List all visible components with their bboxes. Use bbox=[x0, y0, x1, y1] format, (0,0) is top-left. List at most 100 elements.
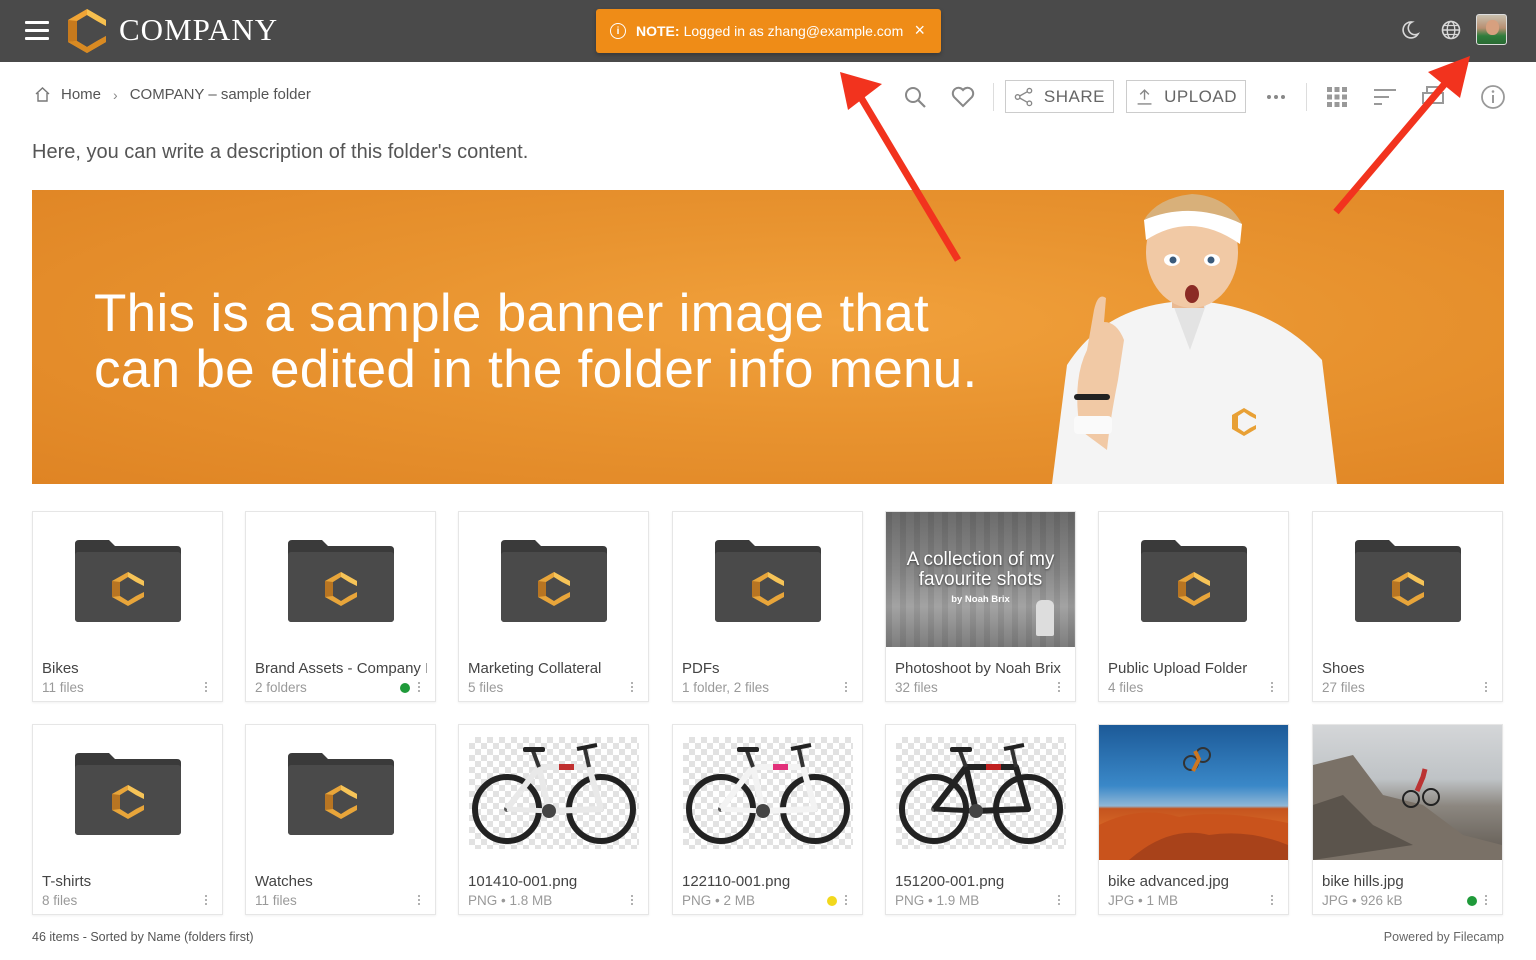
more-icon[interactable] bbox=[1264, 84, 1290, 110]
rider-photo bbox=[1099, 747, 1288, 860]
folder-icon bbox=[500, 539, 607, 622]
breadcrumb-separator: › bbox=[113, 86, 118, 103]
folder-tile[interactable]: Bikes 11 files bbox=[32, 511, 223, 702]
item-menu-icon[interactable] bbox=[417, 895, 421, 907]
notice-text: Logged in as zhang@example.com bbox=[683, 23, 904, 39]
item-meta: PNG • 2 MB bbox=[682, 893, 755, 908]
item-menu-icon[interactable] bbox=[1057, 895, 1061, 907]
item-meta: 27 files bbox=[1322, 680, 1365, 695]
thumbnail: A collection of my favourite shots by Noa… bbox=[886, 512, 1075, 647]
banner-line-1: This is a sample banner image that bbox=[94, 284, 930, 343]
item-name[interactable]: bike hills.jpg bbox=[1322, 873, 1494, 890]
sort-icon[interactable] bbox=[1372, 84, 1398, 110]
upload-label: UPLOAD bbox=[1164, 86, 1237, 106]
bike-image bbox=[898, 742, 1063, 844]
file-tile[interactable]: 151200-001.png PNG • 1.9 MB bbox=[885, 724, 1076, 915]
heart-icon[interactable] bbox=[950, 84, 976, 110]
item-meta: JPG • 1 MB bbox=[1108, 893, 1178, 908]
item-menu-icon[interactable] bbox=[1484, 895, 1488, 907]
item-menu-icon[interactable] bbox=[1484, 682, 1488, 694]
globe-icon[interactable] bbox=[1440, 19, 1462, 41]
item-name[interactable]: Bikes bbox=[42, 660, 214, 677]
folder-tile[interactable]: Watches 11 files bbox=[245, 724, 436, 915]
item-name[interactable]: Marketing Collateral bbox=[468, 660, 640, 677]
home-icon[interactable] bbox=[34, 86, 51, 103]
toolbar-divider bbox=[993, 83, 994, 111]
item-meta: 8 files bbox=[42, 893, 78, 908]
company-logo-icon[interactable] bbox=[68, 9, 106, 53]
item-menu-icon[interactable] bbox=[844, 895, 848, 907]
thumbnail bbox=[673, 512, 862, 647]
banner-person-image bbox=[1052, 194, 1337, 484]
item-menu-icon[interactable] bbox=[844, 682, 848, 694]
top-bar: COMPANY i NOTE: Logged in as zhang@examp… bbox=[0, 0, 1536, 62]
item-meta: 4 files bbox=[1108, 680, 1144, 695]
user-avatar[interactable] bbox=[1476, 14, 1507, 45]
powered-by[interactable]: Powered by Filecamp bbox=[1384, 930, 1504, 944]
info-icon[interactable] bbox=[1480, 84, 1506, 110]
item-name[interactable]: 122110-001.png bbox=[682, 873, 854, 890]
folder-tile[interactable]: PDFs 1 folder, 2 files bbox=[672, 511, 863, 702]
share-label: SHARE bbox=[1043, 86, 1105, 106]
item-name[interactable]: Brand Assets - Company Images bbox=[255, 660, 427, 677]
folder-tile[interactable]: A collection of my favourite shots by Noa… bbox=[885, 511, 1076, 702]
folder-tile[interactable]: Marketing Collateral 5 files bbox=[458, 511, 649, 702]
breadcrumb-home[interactable]: Home bbox=[61, 86, 101, 103]
status-bar: 46 items - Sorted by Name (folders first… bbox=[32, 930, 254, 944]
item-name[interactable]: Public Upload Folder bbox=[1108, 660, 1280, 677]
moon-icon[interactable] bbox=[1399, 19, 1421, 41]
thumbnail bbox=[459, 725, 648, 860]
thumbnail bbox=[33, 725, 222, 860]
item-menu-icon[interactable] bbox=[204, 895, 208, 907]
search-icon[interactable] bbox=[902, 84, 928, 110]
item-menu-icon[interactable] bbox=[630, 895, 634, 907]
item-menu-icon[interactable] bbox=[204, 682, 208, 694]
thumbnail bbox=[459, 512, 648, 647]
item-name[interactable]: T-shirts bbox=[42, 873, 214, 890]
item-name[interactable]: Watches bbox=[255, 873, 427, 890]
breadcrumb: Home › COMPANY – sample folder bbox=[34, 86, 311, 103]
item-name[interactable]: bike advanced.jpg bbox=[1108, 873, 1280, 890]
status-dot bbox=[1467, 896, 1477, 906]
bike-image bbox=[471, 742, 636, 844]
status-dot bbox=[400, 683, 410, 693]
folder-tile[interactable]: Shoes 27 files bbox=[1312, 511, 1503, 702]
thumbnail bbox=[1313, 512, 1502, 647]
item-name[interactable]: 101410-001.png bbox=[468, 873, 640, 890]
item-menu-icon[interactable] bbox=[417, 682, 421, 694]
item-menu-icon[interactable] bbox=[630, 682, 634, 694]
folder-icon bbox=[287, 539, 394, 622]
item-name[interactable]: PDFs bbox=[682, 660, 854, 677]
file-tile[interactable]: 101410-001.png PNG • 1.8 MB bbox=[458, 724, 649, 915]
upload-button[interactable]: UPLOAD bbox=[1126, 80, 1246, 113]
print-icon[interactable] bbox=[1420, 84, 1446, 110]
item-menu-icon[interactable] bbox=[1270, 682, 1274, 694]
thumbnail bbox=[246, 725, 435, 860]
folder-tile[interactable]: Brand Assets - Company Images 2 folders bbox=[245, 511, 436, 702]
folder-tile[interactable]: T-shirts 8 files bbox=[32, 724, 223, 915]
share-button[interactable]: SHARE bbox=[1005, 80, 1114, 113]
item-menu-icon[interactable] bbox=[1270, 895, 1274, 907]
folder-icon bbox=[74, 752, 181, 835]
file-tile[interactable]: 122110-001.png PNG • 2 MB bbox=[672, 724, 863, 915]
folder-description: Here, you can write a description of thi… bbox=[32, 141, 529, 163]
item-name[interactable]: Photoshoot by Noah Brix bbox=[895, 660, 1067, 677]
thumbnail bbox=[886, 725, 1075, 860]
photographer-figure bbox=[1036, 600, 1054, 636]
item-menu-icon[interactable] bbox=[1057, 682, 1061, 694]
item-name[interactable]: Shoes bbox=[1322, 660, 1494, 677]
file-tile[interactable]: bike advanced.jpg JPG • 1 MB bbox=[1098, 724, 1289, 915]
thumbnail bbox=[246, 512, 435, 647]
item-name[interactable]: 151200-001.png bbox=[895, 873, 1067, 890]
login-notice: i NOTE: Logged in as zhang@example.com × bbox=[596, 9, 941, 53]
thumbnail bbox=[673, 725, 862, 860]
thumbnail bbox=[1099, 512, 1288, 647]
breadcrumb-current[interactable]: COMPANY – sample folder bbox=[130, 86, 311, 103]
file-tile[interactable]: bike hills.jpg JPG • 926 kB bbox=[1312, 724, 1503, 915]
company-logo-text[interactable]: COMPANY bbox=[119, 12, 278, 48]
menu-icon[interactable] bbox=[25, 21, 49, 40]
item-meta: 11 files bbox=[42, 680, 84, 695]
folder-tile[interactable]: Public Upload Folder 4 files bbox=[1098, 511, 1289, 702]
grid-view-icon[interactable] bbox=[1324, 84, 1350, 110]
close-notice-icon[interactable]: × bbox=[914, 20, 925, 41]
